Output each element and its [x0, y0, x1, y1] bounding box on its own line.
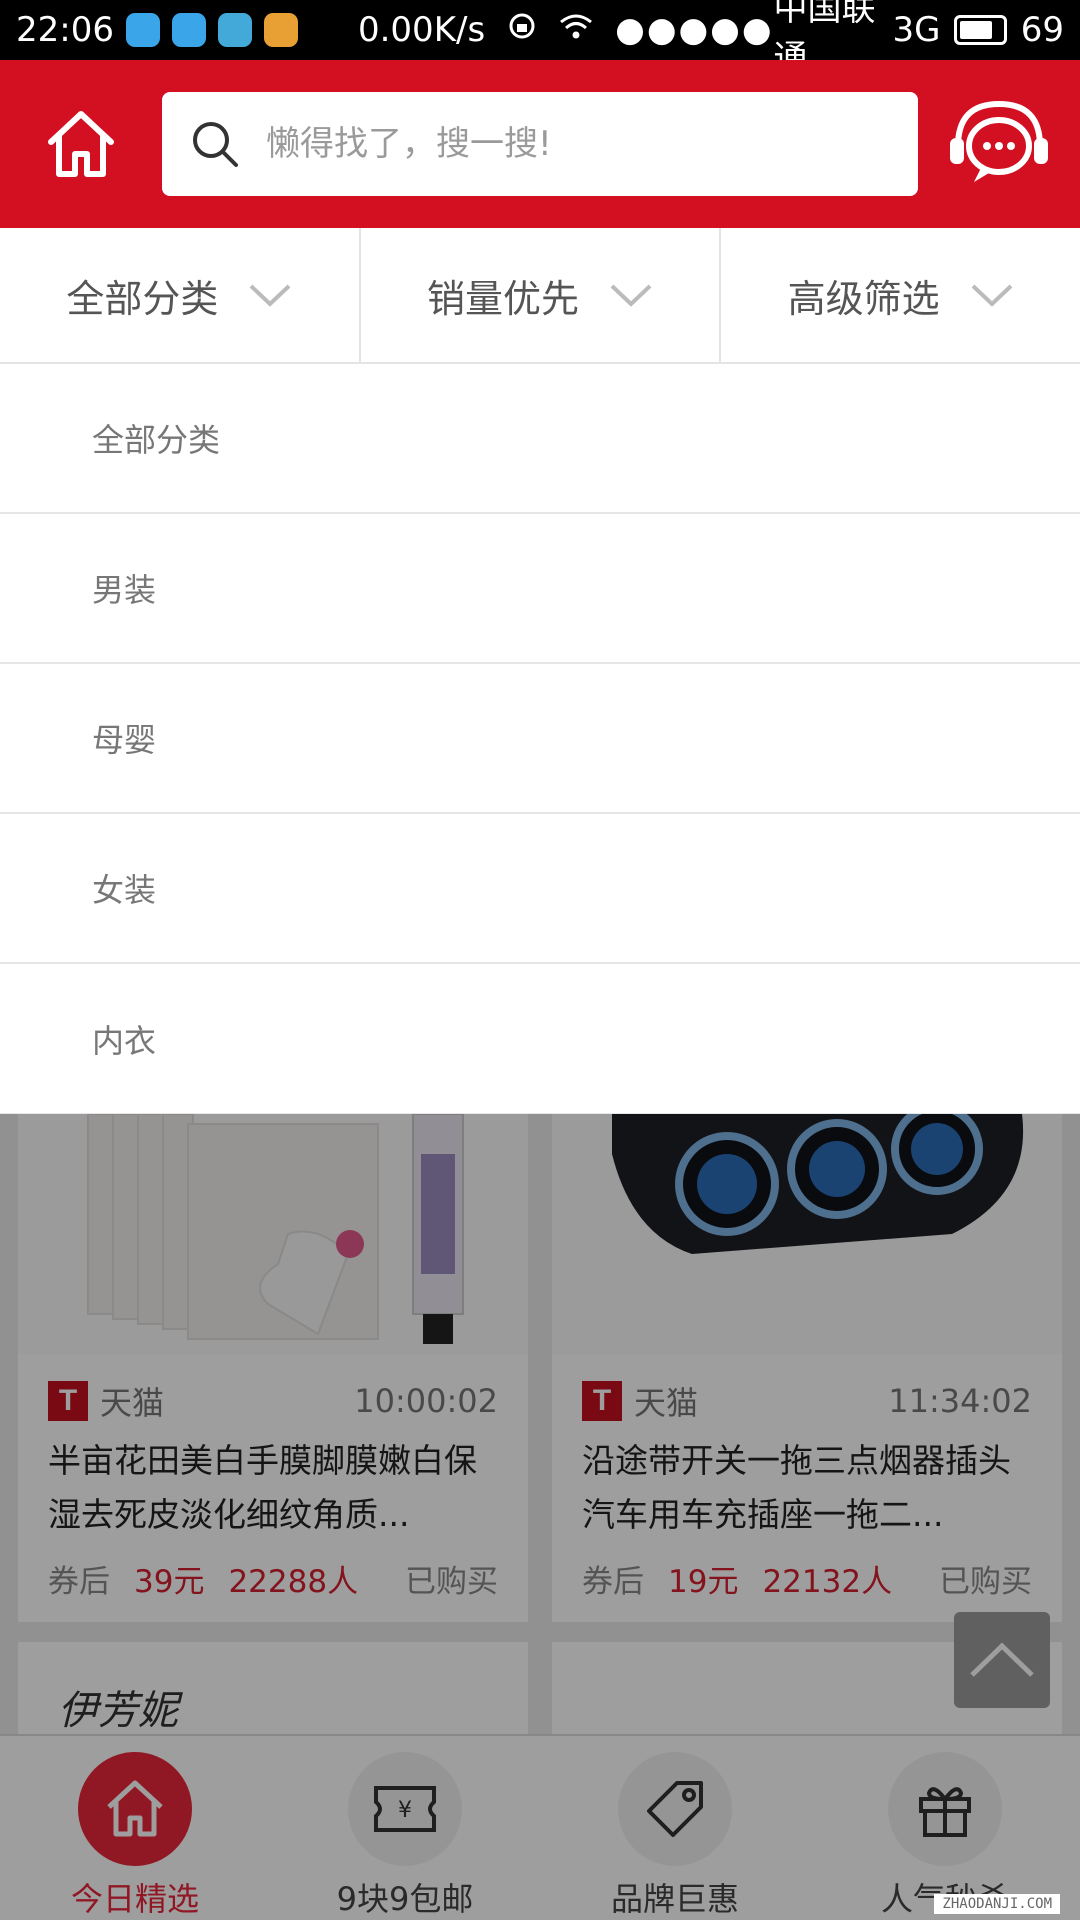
tag-icon [647, 1781, 703, 1837]
dropdown-item-men[interactable]: 男装 [0, 514, 1080, 664]
nav-flash-sale[interactable]: 人气秒杀 [810, 1736, 1080, 1920]
product-title: 沿途带开关一拖三点烟器插头汽车用车充插座一拖二... [582, 1441, 1011, 1534]
product-card[interactable]: T 天猫 11:34:02 沿途带开关一拖三点烟器插头汽车用车充插座一拖二...… [552, 1114, 1062, 1622]
watermark: ZHAODANJI.COM [934, 1894, 1060, 1914]
task-app-icon [217, 13, 252, 47]
dropdown-item-baby[interactable]: 母婴 [0, 664, 1080, 814]
nav-label: 今日精选 [70, 1880, 199, 1918]
yen-ticket-icon: ¥ [374, 1786, 436, 1832]
chevron-up-icon [970, 1642, 1034, 1677]
product-image [18, 1114, 528, 1354]
customer-service-button[interactable] [918, 60, 1080, 228]
status-time: 22:06 [16, 10, 114, 50]
buyer-count: 22288人 [228, 1564, 359, 1600]
dropdown-item-all[interactable]: 全部分类 [0, 364, 1080, 514]
network-type: 3G [892, 10, 941, 50]
nav-label: 品牌巨惠 [610, 1880, 739, 1918]
dropdown-item-underwear[interactable]: 内衣 [0, 964, 1080, 1114]
filter-sales[interactable]: 销量优先 [361, 228, 722, 362]
product-time: 11:34:02 [888, 1382, 1032, 1420]
battery-level: 69 [1020, 10, 1064, 50]
tmall-icon: T [48, 1381, 88, 1421]
search-icon [193, 122, 238, 167]
buyer-count: 22132人 [762, 1564, 893, 1600]
shop-name: 天猫 [100, 1384, 165, 1422]
nav-icon-circle [78, 1752, 192, 1866]
filter-advanced-label: 高级筛选 [787, 276, 940, 321]
product-price: 39元 [134, 1564, 205, 1600]
product-time: 10:00:02 [354, 1382, 498, 1420]
nav-icon-circle: ¥ [348, 1752, 462, 1866]
home-button[interactable] [0, 60, 162, 228]
coupon-label: 券后 [48, 1564, 110, 1600]
nav-today-picks[interactable]: 今日精选 [0, 1736, 270, 1920]
coupon-label: 券后 [582, 1564, 644, 1600]
wifi-icon [559, 10, 593, 50]
brand-logo: 伊芳妮 [58, 1688, 178, 1734]
chat-headset-icon [950, 100, 1048, 182]
home-icon [48, 111, 114, 177]
bought-label: 已购买 [405, 1564, 498, 1600]
dropdown-item-women[interactable]: 女装 [0, 814, 1080, 964]
search-input[interactable] [266, 124, 866, 164]
cleaner-app-icon [263, 13, 298, 47]
qq-app-icon-2 [171, 13, 206, 47]
signal-dots-icon: ●●●●● [615, 10, 774, 50]
lock-rotation-icon [507, 10, 537, 50]
nav-icon-circle [888, 1752, 1002, 1866]
product-card[interactable]: T 天猫 10:00:02 半亩花田美白手膜脚膜嫩白保湿去死皮淡化细纹角质...… [18, 1114, 528, 1622]
net-speed: 0.00K/s [357, 10, 486, 50]
header [0, 60, 1080, 228]
home-icon [107, 1780, 163, 1837]
nav-brand-deals[interactable]: 品牌巨惠 [540, 1736, 810, 1920]
nav-9-9-free-shipping[interactable]: ¥ 9块9包邮 [270, 1736, 540, 1920]
svg-text:¥: ¥ [398, 1798, 412, 1823]
filter-category[interactable]: 全部分类 [0, 228, 361, 362]
bottom-nav: 今日精选 ¥ 9块9包邮 品牌巨惠 人气秒杀 [0, 1734, 1080, 1920]
product-image [552, 1114, 1062, 1354]
gift-icon [919, 1787, 971, 1837]
filter-advanced[interactable]: 高级筛选 [721, 228, 1080, 362]
product-title: 半亩花田美白手膜脚膜嫩白保湿去死皮淡化细纹角质... [48, 1441, 477, 1534]
bought-label: 已购买 [939, 1564, 1032, 1600]
battery-icon [954, 15, 1007, 45]
nav-label: 9块9包邮 [336, 1880, 474, 1918]
filter-category-label: 全部分类 [66, 276, 219, 321]
shop-name: 天猫 [634, 1384, 699, 1422]
tmall-icon: T [582, 1381, 622, 1421]
filter-bar: 全部分类 销量优先 高级筛选 [0, 228, 1080, 364]
back-to-top-button[interactable] [954, 1612, 1050, 1708]
chevron-down-icon [249, 284, 291, 307]
chevron-down-icon [971, 284, 1013, 307]
nav-icon-circle [618, 1752, 732, 1866]
search-box[interactable] [162, 92, 918, 196]
status-bar: 22:06 0.00K/s ●●●●● 中国联通 3G 69 [0, 0, 1080, 78]
filter-sales-label: 销量优先 [427, 276, 580, 321]
qq-app-icon [125, 13, 160, 47]
product-price: 19元 [668, 1564, 739, 1600]
product-grid: T 天猫 10:00:02 半亩花田美白手膜脚膜嫩白保湿去死皮淡化细纹角质...… [0, 1114, 1080, 1762]
chevron-down-icon [610, 284, 652, 307]
category-dropdown: 全部分类 男装 母婴 女装 内衣 [0, 364, 1080, 1114]
